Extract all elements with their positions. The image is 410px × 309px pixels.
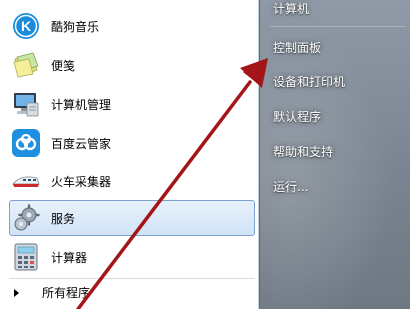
kugou-music-icon: K — [13, 13, 39, 39]
svg-text:K: K — [21, 18, 31, 34]
start-menu-program-list: K 酷狗音乐 便笺 计算机管理 百度云管家 火车采集器 服务 计算器 所有程序 — [0, 0, 259, 309]
program-label: 百度云管家 — [51, 136, 112, 151]
right-item-run[interactable]: 运行... — [273, 178, 308, 195]
program-item-computer-management[interactable]: 计算机管理 — [9, 86, 255, 122]
program-label: 计算机管理 — [51, 97, 112, 112]
program-label: 火车采集器 — [51, 174, 112, 189]
calculator-icon — [14, 243, 38, 271]
all-programs-button[interactable]: 所有程序 — [14, 284, 90, 301]
program-label: 服务 — [51, 211, 76, 226]
start-menu-system-pane: 计算机 控制面板 设备和打印机 默认程序 帮助和支持 运行... — [259, 0, 410, 309]
expand-arrow-icon — [14, 288, 19, 297]
right-item-help-support[interactable]: 帮助和支持 — [273, 143, 333, 160]
train-collector-icon — [12, 176, 40, 187]
right-item-control-panel[interactable]: 控制面板 — [273, 39, 321, 56]
services-gear-icon — [14, 204, 40, 231]
program-label: 酷狗音乐 — [51, 19, 100, 34]
program-item-baidu-cloud[interactable]: 百度云管家 — [9, 125, 255, 161]
program-item-sticky-notes[interactable]: 便笺 — [9, 47, 255, 83]
program-item-calculator[interactable]: 计算器 — [9, 239, 255, 275]
program-item-kugou-music[interactable]: K 酷狗音乐 — [9, 8, 255, 44]
sticky-notes-icon — [13, 52, 39, 78]
program-item-services[interactable]: 服务 — [9, 200, 255, 236]
program-label: 计算器 — [51, 250, 88, 265]
program-label: 便笺 — [51, 58, 76, 73]
right-item-computer[interactable]: 计算机 — [273, 0, 309, 17]
program-item-train-collector[interactable]: 火车采集器 — [9, 163, 255, 199]
computer-management-icon — [14, 93, 39, 117]
right-item-default-programs[interactable]: 默认程序 — [273, 108, 321, 125]
right-pane-divider — [270, 26, 406, 27]
program-list-divider — [9, 278, 255, 279]
baidu-cloud-icon — [12, 129, 40, 157]
all-programs-label: 所有程序 — [42, 286, 91, 300]
right-item-devices-printers[interactable]: 设备和打印机 — [273, 73, 345, 90]
